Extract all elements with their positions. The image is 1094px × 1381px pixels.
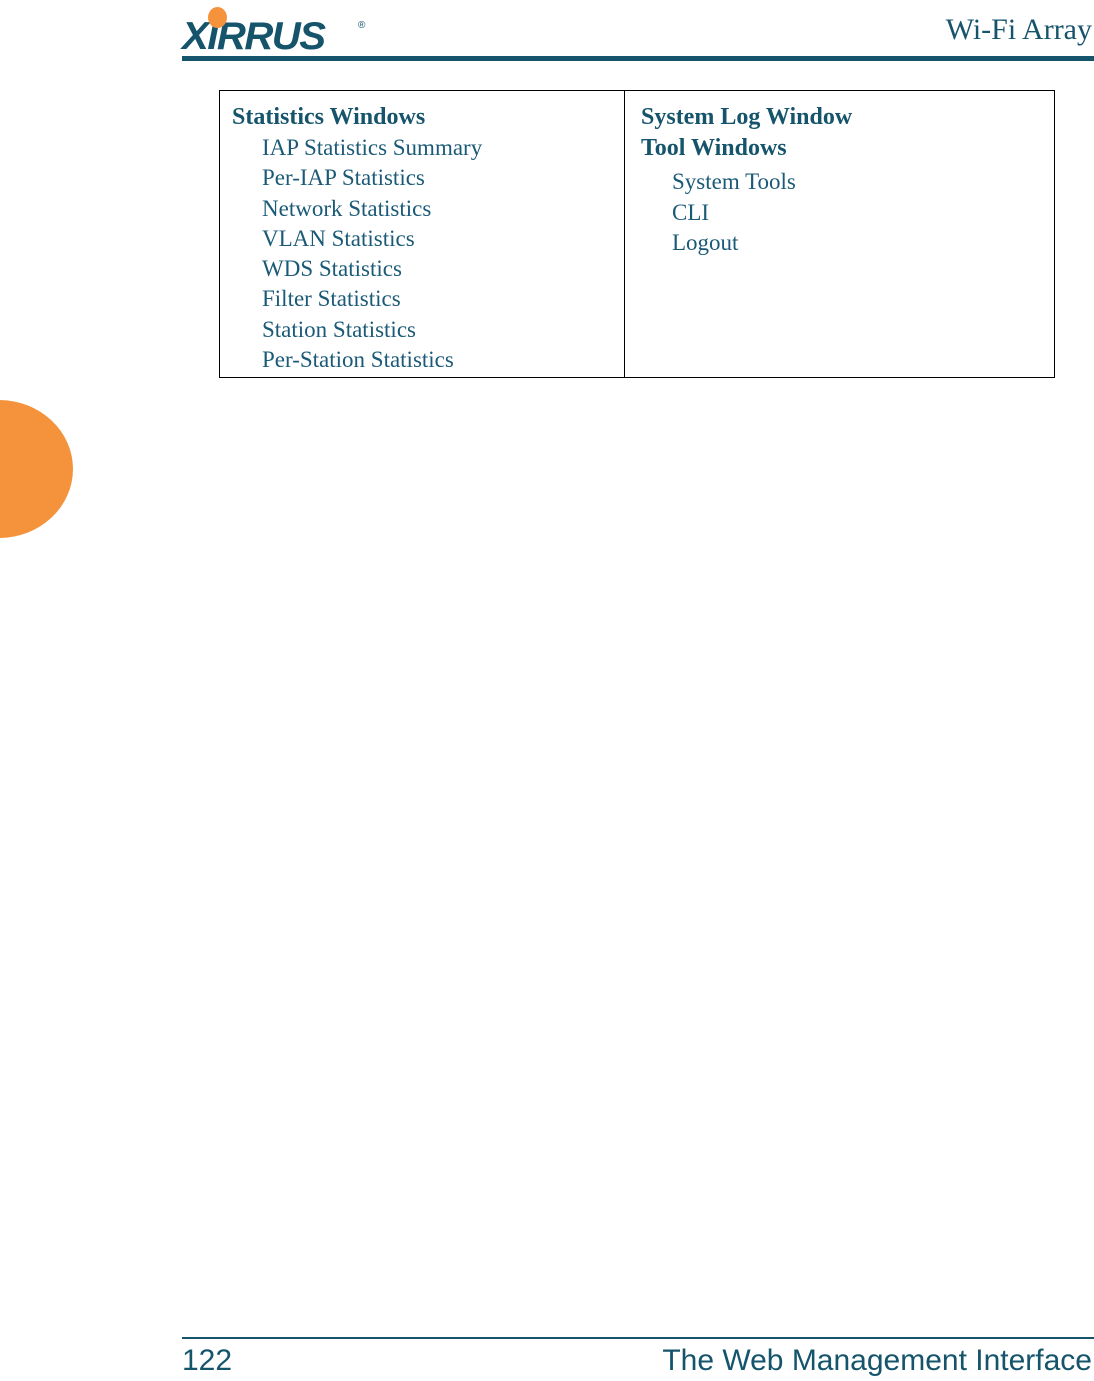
logo-wordmark: XIRRUS — [182, 15, 326, 58]
list-item[interactable]: Network Statistics — [262, 194, 624, 224]
list-item[interactable]: Station Statistics — [262, 315, 624, 345]
list-item[interactable]: Per-IAP Statistics — [262, 163, 624, 193]
entry-list: System Tools CLI Logout — [641, 167, 1054, 259]
list-item[interactable]: Per-Station Statistics — [262, 345, 624, 375]
list-item[interactable]: CLI — [672, 198, 1054, 229]
list-item[interactable]: VLAN Statistics — [262, 224, 624, 254]
footer-divider-rule — [182, 1337, 1094, 1339]
navigation-overview-table: Statistics Windows IAP Statistics Summar… — [219, 90, 1055, 378]
logo-orange-dot-icon — [208, 7, 227, 28]
list-item[interactable]: WDS Statistics — [262, 254, 624, 284]
table-column-right: System Log Window Tool Windows System To… — [625, 91, 1054, 377]
header-product-title: Wi-Fi Array — [945, 13, 1092, 46]
group-statistics-windows: Statistics Windows IAP Statistics Summar… — [232, 102, 624, 375]
orange-side-tab-marker — [0, 400, 73, 538]
list-item[interactable]: IAP Statistics Summary — [262, 133, 624, 163]
list-item[interactable]: Logout — [672, 228, 1054, 259]
registered-trademark-icon: ® — [358, 20, 366, 31]
group-heading: Statistics Windows — [232, 104, 426, 130]
group-system-log-window: System Log Window — [641, 102, 1054, 132]
footer-page-number: 122 — [182, 1344, 233, 1377]
group-heading: System Log Window — [641, 104, 853, 130]
list-item[interactable]: Filter Statistics — [262, 284, 624, 314]
document-page: XIRRUS ® Wi-Fi Array Statistics Windows … — [0, 0, 1094, 1381]
table-column-left: Statistics Windows IAP Statistics Summar… — [220, 91, 625, 377]
footer-chapter-title: The Web Management Interface — [662, 1344, 1092, 1377]
page-header: XIRRUS ® Wi-Fi Array — [0, 0, 1094, 62]
xirrus-logo: XIRRUS ® — [182, 6, 382, 58]
group-heading: Tool Windows — [641, 135, 787, 161]
group-tool-windows: Tool Windows System Tools CLI Logout — [641, 133, 1054, 259]
header-divider-rule — [182, 56, 1094, 61]
entry-list: IAP Statistics Summary Per-IAP Statistic… — [232, 133, 624, 375]
list-item[interactable]: System Tools — [672, 167, 1054, 198]
